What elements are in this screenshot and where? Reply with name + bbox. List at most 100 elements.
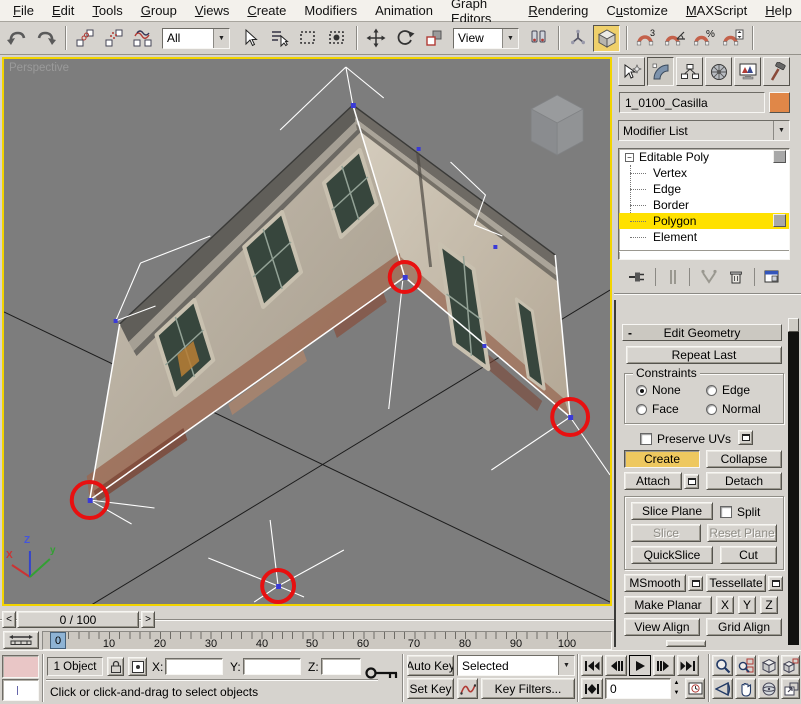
menu-customize[interactable]: Customize: [597, 1, 676, 20]
reset-plane-button[interactable]: Reset Plane: [707, 524, 777, 542]
scrollbar-thumb[interactable]: [788, 318, 799, 332]
object-color-swatch[interactable]: [769, 92, 790, 113]
percent-snap-toggle-button[interactable]: %: [690, 25, 717, 52]
grid-align-button[interactable]: Grid Align: [706, 618, 782, 636]
menu-maxscript[interactable]: MAXScript: [677, 1, 756, 20]
modifier-onoff-icon[interactable]: [773, 214, 786, 227]
stack-row-edge[interactable]: Edge: [619, 181, 789, 197]
window-crossing-toggle-button[interactable]: [323, 25, 350, 52]
key-mode-toggle-button[interactable]: [581, 678, 603, 699]
zoom-button[interactable]: [712, 655, 733, 676]
make-planar-button[interactable]: Make Planar: [624, 596, 712, 614]
pin-stack-button[interactable]: [627, 268, 647, 286]
msmooth-button[interactable]: MSmooth: [624, 574, 686, 592]
quickslice-button[interactable]: QuickSlice: [631, 546, 713, 564]
undo-button[interactable]: [3, 25, 30, 52]
go-to-end-button[interactable]: [677, 655, 699, 676]
time-slider-handle[interactable]: 0 / 100: [17, 611, 139, 628]
slice-plane-button[interactable]: Slice Plane: [631, 502, 713, 520]
zoom-extents-all-button[interactable]: [781, 655, 800, 676]
menu-file[interactable]: File: [4, 1, 43, 20]
previous-frame-button[interactable]: [605, 655, 627, 676]
radio-icon[interactable]: [706, 385, 717, 396]
spinner-down-icon[interactable]: ▼: [671, 688, 682, 698]
z-coordinate-field[interactable]: [321, 658, 361, 675]
slice-button[interactable]: Slice: [631, 524, 701, 542]
key-filters-button[interactable]: Key Filters...: [481, 678, 575, 699]
modifier-list-dropdown[interactable]: Modifier List ▼: [618, 120, 790, 141]
constraint-edge-option[interactable]: Edge: [706, 383, 750, 397]
tab-utilities[interactable]: [763, 57, 790, 86]
dropdown-arrow-icon[interactable]: ▼: [773, 121, 789, 140]
constraint-normal-option[interactable]: Normal: [706, 402, 761, 416]
menu-help[interactable]: Help: [756, 1, 801, 20]
select-object-button[interactable]: [236, 25, 263, 52]
preserve-uvs-settings-button[interactable]: [738, 430, 753, 445]
stack-row-border[interactable]: Border: [619, 197, 789, 213]
radio-icon[interactable]: [636, 385, 647, 396]
tab-display[interactable]: [734, 57, 761, 86]
play-animation-button[interactable]: [629, 655, 651, 676]
snaps-toggle-button[interactable]: [593, 25, 620, 52]
panel-scrollbar[interactable]: [788, 318, 799, 645]
redo-button[interactable]: [32, 25, 59, 52]
attach-settings-button[interactable]: [684, 474, 699, 489]
tessellate-settings-button[interactable]: [768, 576, 783, 591]
menu-group[interactable]: Group: [132, 1, 186, 20]
next-frame-button[interactable]: [653, 655, 675, 676]
tab-motion[interactable]: [705, 57, 732, 86]
preserve-uvs-option[interactable]: Preserve UVs: [640, 432, 731, 446]
tab-modify[interactable]: [647, 57, 674, 86]
perspective-viewport[interactable]: Perspective X Z y: [2, 57, 612, 606]
tab-create[interactable]: [618, 57, 645, 86]
radio-icon[interactable]: [706, 404, 717, 415]
checkbox-icon[interactable]: [640, 433, 652, 445]
selection-lock-toggle-button[interactable]: [107, 657, 124, 676]
spinner-snap-toggle-button[interactable]: [719, 25, 746, 52]
select-and-manipulate-button[interactable]: [564, 25, 591, 52]
current-frame-field[interactable]: 0: [605, 678, 671, 699]
tab-hierarchy[interactable]: [676, 57, 703, 86]
split-option[interactable]: Split: [720, 505, 760, 519]
dropdown-arrow-icon[interactable]: ▼: [213, 29, 229, 48]
select-and-link-button[interactable]: [71, 25, 98, 52]
field-of-view-button[interactable]: [712, 678, 733, 699]
msmooth-settings-button[interactable]: [688, 576, 703, 591]
stack-row-polygon-selected[interactable]: Polygon: [619, 213, 789, 229]
show-end-result-button[interactable]: [665, 268, 681, 286]
create-button[interactable]: Create: [624, 450, 700, 468]
time-configuration-button[interactable]: [685, 678, 705, 699]
auto-key-button[interactable]: Auto Key: [407, 655, 454, 676]
previous-frame-arrow-button[interactable]: <: [2, 611, 16, 628]
maxscript-listener-input[interactable]: [2, 679, 39, 701]
select-and-move-button[interactable]: [362, 25, 389, 52]
constraint-none-option[interactable]: None: [636, 383, 681, 397]
angle-snap-toggle-button[interactable]: [661, 25, 688, 52]
use-pivot-point-center-button[interactable]: [525, 25, 552, 52]
make-unique-button[interactable]: [699, 268, 719, 286]
zoom-all-button[interactable]: [735, 655, 756, 676]
bind-to-space-warp-button[interactable]: [129, 25, 156, 52]
min-max-toggle-button[interactable]: [781, 678, 800, 699]
detach-button[interactable]: Detach: [706, 472, 782, 490]
cut-button[interactable]: Cut: [720, 546, 777, 564]
object-name-field[interactable]: 1_0100_Casilla: [619, 92, 765, 113]
menu-rendering[interactable]: Rendering: [519, 1, 597, 20]
stack-row-editable-poly[interactable]: − Editable Poly: [619, 149, 789, 165]
maxscript-listener-output[interactable]: [2, 655, 39, 678]
open-mini-curve-editor-button[interactable]: [3, 631, 39, 649]
absolute-offset-mode-toggle-button[interactable]: [128, 657, 147, 676]
y-coordinate-field[interactable]: [243, 658, 301, 675]
make-planar-x-button[interactable]: X: [716, 596, 734, 614]
dropdown-arrow-icon[interactable]: ▼: [558, 656, 574, 675]
menu-animation[interactable]: Animation: [366, 1, 442, 20]
unlink-selection-button[interactable]: [100, 25, 127, 52]
select-and-rotate-button[interactable]: [391, 25, 418, 52]
spinner-up-icon[interactable]: ▲: [671, 678, 682, 688]
3d-snap-toggle-button[interactable]: 3: [632, 25, 659, 52]
checkbox-icon[interactable]: [720, 506, 732, 518]
pan-view-button[interactable]: [735, 678, 756, 699]
timeline-ruler[interactable]: 0 10 20 30 40 50 60 70 80 90 100 0: [42, 631, 612, 650]
tessellate-button[interactable]: Tessellate: [706, 574, 766, 592]
modifier-onoff-icon[interactable]: [773, 150, 786, 163]
